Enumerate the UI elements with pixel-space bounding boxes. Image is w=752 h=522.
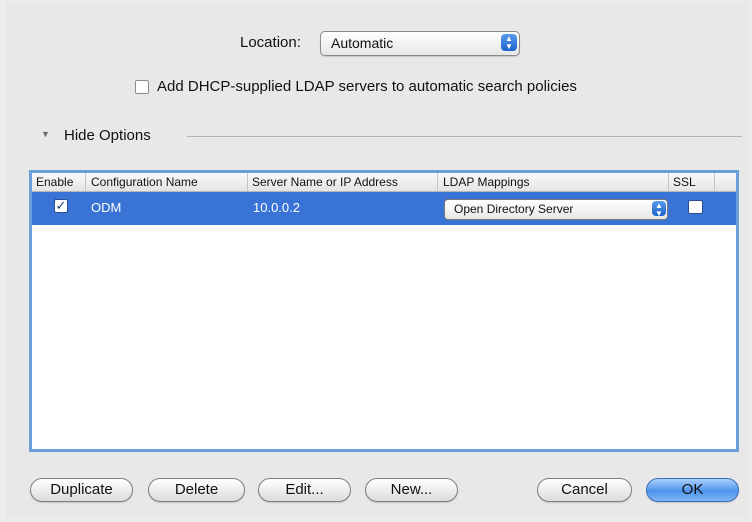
new-button[interactable]: New...: [365, 478, 458, 502]
column-divider: [247, 173, 248, 191]
ldap-mappings-popup[interactable]: Open Directory Server ▲ ▼: [444, 199, 668, 220]
column-header-ssl[interactable]: SSL: [673, 175, 696, 189]
location-label: Location:: [240, 34, 301, 51]
hide-options-toggle[interactable]: Hide Options: [64, 127, 151, 144]
dhcp-ldap-checkbox[interactable]: [135, 80, 149, 94]
column-header-configuration-name[interactable]: Configuration Name: [91, 175, 198, 189]
column-header-enable[interactable]: Enable: [36, 175, 73, 189]
column-header-server[interactable]: Server Name or IP Address: [252, 175, 398, 189]
row-server-address: 10.0.0.2: [253, 200, 300, 215]
column-divider: [437, 173, 438, 191]
dhcp-ldap-checkbox-label[interactable]: Add DHCP-supplied LDAP servers to automa…: [157, 78, 577, 95]
column-divider: [85, 173, 86, 191]
row-enable-checkbox[interactable]: ✓: [54, 199, 68, 213]
row-configuration-name: ODM: [91, 200, 122, 215]
edit-button[interactable]: Edit...: [258, 478, 351, 502]
options-separator: [187, 136, 742, 137]
updown-arrows-icon: ▲ ▼: [652, 201, 666, 218]
delete-button[interactable]: Delete: [148, 478, 245, 502]
location-popup[interactable]: Automatic ▲ ▼: [320, 31, 520, 56]
table-header: Enable Configuration Name Server Name or…: [32, 173, 736, 192]
ldap-configurations-table[interactable]: Enable Configuration Name Server Name or…: [29, 170, 739, 452]
row-ssl-checkbox[interactable]: [688, 200, 703, 214]
column-divider: [668, 173, 669, 191]
disclosure-triangle-down-icon[interactable]: ▼: [41, 129, 50, 139]
column-divider: [714, 173, 715, 191]
duplicate-button[interactable]: Duplicate: [30, 478, 133, 502]
table-row[interactable]: ✓ ODM 10.0.0.2 Open Directory Server ▲ ▼: [32, 192, 736, 225]
cancel-button[interactable]: Cancel: [537, 478, 632, 502]
column-header-ldap-mappings[interactable]: LDAP Mappings: [443, 175, 530, 189]
ok-button[interactable]: OK: [646, 478, 739, 502]
ldap-mappings-value: Open Directory Server: [454, 202, 574, 216]
updown-arrows-icon: ▲ ▼: [501, 34, 517, 51]
location-popup-value: Automatic: [331, 35, 394, 51]
